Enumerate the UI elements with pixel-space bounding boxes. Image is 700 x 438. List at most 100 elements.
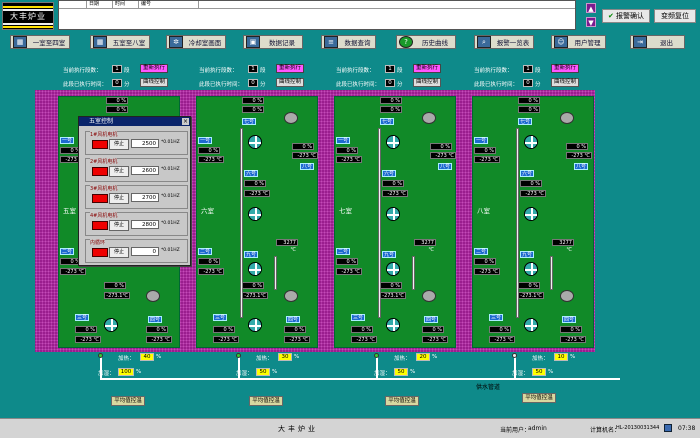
dialog-title: 五室控制 bbox=[89, 118, 114, 125]
curve-control-button[interactable]: 曲线控制 bbox=[413, 78, 441, 87]
time-unit: 分 bbox=[535, 82, 541, 88]
reading-pipe-temp: -273.1℃ bbox=[380, 292, 406, 299]
time-unit: 分 bbox=[397, 82, 403, 88]
reading-pct: 0 % bbox=[382, 180, 404, 187]
gear-icon: ✲ bbox=[169, 36, 183, 48]
stop-button[interactable]: 停止 bbox=[109, 139, 129, 150]
reading-pct: 0 % bbox=[489, 326, 511, 333]
fan-icon bbox=[386, 207, 400, 221]
valve-icon[interactable] bbox=[236, 353, 241, 358]
blower-icon bbox=[422, 112, 436, 124]
frequency-input[interactable]: 2800 bbox=[131, 220, 159, 229]
frequency-input[interactable]: 0 bbox=[131, 247, 159, 256]
valve-icon[interactable] bbox=[374, 353, 379, 358]
frequency-input[interactable]: 2600 bbox=[131, 166, 159, 175]
water-pipe-label: 供水管道 bbox=[476, 384, 501, 391]
stop-button[interactable]: 停止 bbox=[109, 220, 129, 231]
reading-pct: 0 % bbox=[380, 282, 402, 289]
user-label: 当前用户： bbox=[500, 427, 531, 434]
tag-3: 三号 bbox=[489, 314, 503, 321]
reading-pipe-temp: 3277 ℃ bbox=[276, 239, 298, 253]
status-indicator bbox=[92, 221, 108, 230]
frequency-input[interactable]: 2500 bbox=[131, 139, 159, 148]
restart-button[interactable]: 重新执行 bbox=[276, 64, 304, 73]
reading-pct: 0 % bbox=[380, 106, 402, 113]
restart-button[interactable]: 重新执行 bbox=[413, 64, 441, 73]
reading-pipe-temp: -273.1℃ bbox=[518, 292, 544, 299]
tag-6: 六号 bbox=[244, 170, 258, 177]
pct-unit: % bbox=[570, 354, 576, 360]
reading-pct: 0 % bbox=[242, 106, 264, 113]
room-label: 六室 bbox=[201, 207, 214, 215]
nav-cooling-room[interactable]: ✲ 冷却室画面 bbox=[166, 35, 226, 49]
water-pipe-main bbox=[100, 378, 620, 380]
fan-icon bbox=[524, 262, 538, 276]
alarm-table[interactable]: 日期 时间 编号 bbox=[58, 0, 576, 30]
avg-temp-control-button[interactable]: 平均值控温 bbox=[385, 396, 419, 406]
frequency-input[interactable]: 2700 bbox=[131, 193, 159, 202]
reading-pct: 0 % bbox=[106, 106, 128, 113]
valve-icon[interactable] bbox=[98, 353, 103, 358]
fan-icon bbox=[248, 318, 262, 332]
humid-value: 50 bbox=[256, 368, 270, 376]
time-label: 此段已执行时间： bbox=[199, 82, 244, 88]
reading-pipe-temp: 3277 ℃ bbox=[552, 239, 574, 253]
avg-temp-control-button[interactable]: 平均值控温 bbox=[522, 393, 556, 403]
nav-exit[interactable]: ⇥ 退出 bbox=[630, 35, 685, 49]
fan-icon bbox=[386, 135, 400, 149]
reading-temp: -273 ℃ bbox=[520, 190, 546, 197]
alarm-col-code: 编号 bbox=[139, 1, 199, 8]
time-unit: 分 bbox=[124, 82, 130, 88]
nav-user-manage[interactable]: ☺ 用户管理 bbox=[551, 35, 606, 49]
reading-temp: -273 ℃ bbox=[489, 336, 515, 343]
restart-button[interactable]: 重新执行 bbox=[140, 64, 168, 73]
reading-temp: -273 ℃ bbox=[60, 268, 86, 275]
tag-8: 八号 bbox=[438, 163, 452, 170]
scroll-up-button[interactable]: ▲ bbox=[586, 3, 596, 13]
humid-value: 50 bbox=[532, 368, 546, 376]
tag-2: 二号 bbox=[336, 248, 350, 255]
fan-icon bbox=[248, 135, 262, 149]
restart-button[interactable]: 重新执行 bbox=[551, 64, 579, 73]
stop-button[interactable]: 停止 bbox=[109, 247, 129, 258]
nav-data-query[interactable]: ≡ 数据查询 bbox=[321, 35, 376, 49]
curve-control-button[interactable]: 曲线控制 bbox=[140, 78, 168, 87]
nav-rooms-1-4[interactable]: ▦ 一室至四室 bbox=[10, 35, 70, 49]
reading-pct: 0 % bbox=[198, 258, 220, 265]
nav-rooms-5-8[interactable]: ▦ 五室至八室 bbox=[90, 35, 150, 49]
scroll-down-button[interactable]: ▼ bbox=[586, 17, 596, 27]
pc-name: HL-20130031344 bbox=[616, 425, 660, 431]
reading-pipe-temp: 3277 ℃ bbox=[414, 239, 436, 253]
stop-button[interactable]: 停止 bbox=[109, 193, 129, 204]
motor-name: 内循环 bbox=[90, 239, 106, 246]
reading-pct: 0 % bbox=[518, 106, 540, 113]
step-label: 当前执行段数： bbox=[199, 68, 238, 74]
nav-data-record[interactable]: ▣ 数据记录 bbox=[243, 35, 303, 49]
alarm-col-blank bbox=[59, 1, 87, 8]
close-icon[interactable]: × bbox=[182, 118, 189, 125]
reading-pct: 0 % bbox=[474, 147, 496, 154]
curve-control-button[interactable]: 曲线控制 bbox=[276, 78, 304, 87]
avg-temp-control-button[interactable]: 平均值控温 bbox=[249, 396, 283, 406]
room-control-dialog[interactable]: 五室控制 × 1#风机电机 停止 2500 *0.01HZ 2#风机电机 停止 … bbox=[78, 116, 191, 266]
alarm-confirm-button[interactable]: ✔ 报警确认 bbox=[602, 9, 650, 23]
grid-icon: ▦ bbox=[13, 36, 27, 48]
stop-button[interactable]: 停止 bbox=[109, 166, 129, 177]
nav-history-curve[interactable]: ? 历史曲线 bbox=[396, 35, 456, 49]
tag-1: 一号 bbox=[336, 137, 350, 144]
tray-icon[interactable] bbox=[664, 424, 672, 432]
valve-icon[interactable] bbox=[512, 353, 517, 358]
humid-label: 加湿： bbox=[236, 371, 253, 377]
tag-2: 二号 bbox=[60, 248, 74, 255]
time-label: 此段已执行时间： bbox=[336, 82, 381, 88]
tag-6: 六号 bbox=[520, 170, 534, 177]
reading-temp: -273 ℃ bbox=[382, 190, 408, 197]
tag-2: 二号 bbox=[474, 248, 488, 255]
curve-control-button[interactable]: 曲线控制 bbox=[551, 78, 579, 87]
avg-temp-control-button[interactable]: 平均值控温 bbox=[111, 396, 145, 406]
dialog-titlebar[interactable]: 五室控制 × bbox=[79, 117, 190, 126]
time-label: 此段已执行时间： bbox=[474, 82, 519, 88]
reading-pct: 0 % bbox=[242, 282, 264, 289]
vfd-reset-button[interactable]: 变频复位 bbox=[654, 9, 696, 23]
nav-alarm-list[interactable]: ⌕ 报警一览表 bbox=[474, 35, 534, 49]
